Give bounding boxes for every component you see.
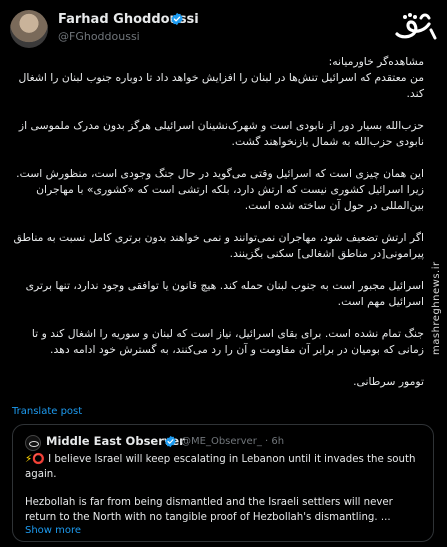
post-body: مشاهده‌گر خاورمیانه: من معتقدم که اسرائی… — [12, 54, 424, 390]
verified-badge-icon — [165, 435, 176, 448]
verified-badge-icon — [171, 12, 183, 26]
post-paragraph: تومور سرطانی. — [353, 375, 424, 388]
post-header: Farhad Ghoddoussi @FGhoddoussi — [0, 0, 447, 50]
red-circle-icon: ⭕ — [32, 454, 45, 465]
post-paragraph: این همان چیزی است که اسرائیل وقتی می‌گوی… — [16, 167, 424, 212]
post-paragraph: اسرائیل مجبور است به جنوب لبنان حمله کند… — [25, 279, 424, 308]
quoted-paragraph: ⚡⭕ I believe Israel will keep escalating… — [25, 453, 425, 482]
show-more-link[interactable]: Show more — [25, 525, 81, 536]
quoted-line: I believe Israel will keep escalating in… — [25, 454, 416, 480]
translate-post-link[interactable]: Translate post — [12, 406, 82, 417]
post-paragraph: جنگ تمام نشده است. برای بقای اسرائیل، نی… — [31, 327, 424, 356]
source-watermark: mashreghnews.ir — [431, 261, 442, 355]
quoted-post[interactable]: Middle East Observer @ME_Observer_ · 6h … — [12, 424, 434, 542]
quoted-author-avatar[interactable] — [25, 435, 41, 451]
quoted-post-text: ⚡⭕ I believe Israel will keep escalating… — [25, 453, 425, 525]
post-paragraph: حزب‌الله بسیار دور از نابودی است و شهرک‌… — [18, 119, 424, 148]
author-handle[interactable]: @FGhoddoussi — [58, 30, 140, 43]
author-avatar[interactable] — [10, 10, 48, 48]
quoted-paragraph: Hezbollah is far from being dismantled a… — [25, 497, 393, 523]
post-paragraph: مشاهده‌گر خاورمیانه: من معتقدم که اسرائی… — [18, 55, 424, 100]
mashregh-logo-icon — [395, 13, 437, 40]
quoted-author-handle[interactable]: @ME_Observer_ · 6h — [181, 436, 284, 447]
post-paragraph: اگر ارتش تضعیف شود، مهاجران نمی‌توانند و… — [13, 231, 424, 260]
